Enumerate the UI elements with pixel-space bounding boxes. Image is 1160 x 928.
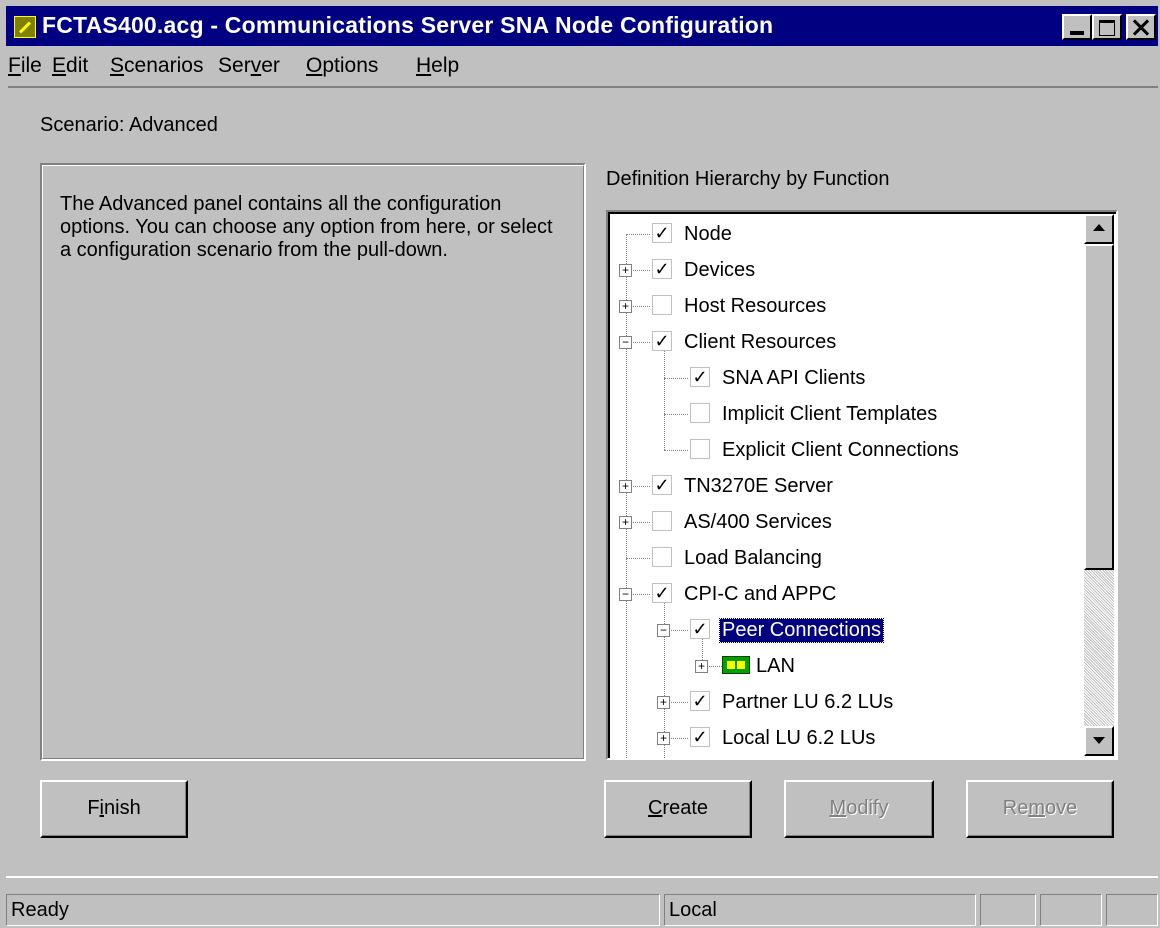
status-panel	[980, 894, 1036, 926]
tree-checkbox[interactable]: ✓	[652, 223, 672, 243]
tree-checkbox[interactable]: ✓	[652, 475, 672, 495]
menu-options[interactable]: Options	[306, 54, 378, 78]
tree-connector	[664, 450, 688, 451]
tree-checkbox[interactable]: ✓	[652, 259, 672, 279]
expand-icon[interactable]: +	[657, 732, 670, 745]
maximize-button[interactable]	[1092, 14, 1122, 40]
tree-item[interactable]: − ✓ CPI-C and APPC	[608, 579, 1108, 609]
tree-item[interactable]: Implicit Client Templates	[608, 399, 1108, 429]
menu-help[interactable]: Help	[416, 54, 459, 78]
lan-adapter-icon	[722, 656, 750, 674]
tree-item[interactable]: + ✓ Devices	[608, 255, 1108, 285]
tree-item-label[interactable]: Local LU 6.2 LUs	[720, 727, 877, 750]
tree-item-label[interactable]: SNA API Clients	[720, 367, 867, 390]
tree-item[interactable]: Explicit Client Connections	[608, 435, 1108, 465]
tree-checkbox[interactable]: ✓	[690, 619, 710, 639]
tree-item-label[interactable]: Partner LU 6.2 LUs	[720, 691, 895, 714]
scroll-up-button[interactable]	[1084, 214, 1114, 244]
menu-scenarios[interactable]: Scenarios	[110, 54, 203, 78]
description-text: The Advanced panel contains all the conf…	[60, 193, 553, 261]
tree-item-label[interactable]: CPI-C and APPC	[682, 583, 838, 606]
scroll-down-button[interactable]	[1084, 726, 1114, 756]
collapse-icon[interactable]: −	[657, 624, 670, 637]
status-location: Local	[664, 894, 976, 926]
tree-checkbox[interactable]	[690, 439, 710, 459]
tree-connector	[664, 414, 688, 415]
modify-button[interactable]: Modify	[784, 780, 934, 838]
definition-tree[interactable]: ✓ Node + ✓ Devices + Host Resources − ✓ Client Re…	[606, 210, 1118, 760]
status-bar: Ready Local	[6, 876, 1158, 928]
remove-button[interactable]: Remove	[966, 780, 1114, 838]
tree-item[interactable]: + ✓ TN3270E Server	[608, 471, 1108, 501]
tree-item[interactable]: + Host Resources	[608, 291, 1108, 321]
menu-file[interactable]: File	[8, 54, 42, 78]
tree-item[interactable]: − ✓ Peer Connections	[608, 615, 1108, 645]
expand-icon[interactable]: +	[619, 300, 632, 313]
menu-edit[interactable]: Edit	[52, 54, 88, 78]
tree-checkbox[interactable]	[690, 403, 710, 423]
status-text: Ready	[6, 894, 660, 926]
tree-checkbox[interactable]	[652, 547, 672, 567]
scenario-label: Scenario: Advanced	[40, 114, 218, 136]
expand-icon[interactable]: +	[657, 696, 670, 709]
tree-item[interactable]: Load Balancing	[608, 543, 1108, 573]
tree-checkbox[interactable]: ✓	[690, 691, 710, 711]
tree-item-label[interactable]: TN3270E Server	[682, 475, 835, 498]
expand-icon[interactable]: +	[619, 516, 632, 529]
tree-item[interactable]: + ✓ Partner LU 6.2 LUs	[608, 687, 1108, 717]
minimize-button[interactable]	[1062, 14, 1092, 40]
collapse-icon[interactable]: −	[619, 588, 632, 601]
collapse-icon[interactable]: −	[619, 336, 632, 349]
expand-icon[interactable]: +	[619, 480, 632, 493]
tree-item-label[interactable]: Host Resources	[682, 295, 828, 318]
tree-item-label[interactable]: Devices	[682, 259, 757, 282]
tree-item-label[interactable]: Peer Connections	[719, 618, 884, 643]
hierarchy-label: Definition Hierarchy by Function	[606, 168, 890, 190]
create-button[interactable]: Create	[604, 780, 752, 838]
expand-icon[interactable]: +	[619, 264, 632, 277]
tree-checkbox[interactable]	[652, 511, 672, 531]
tree-item[interactable]: − ✓ Client Resources	[608, 327, 1108, 357]
expand-icon[interactable]: +	[695, 660, 708, 673]
tree-item-label[interactable]: Client Resources	[682, 331, 838, 354]
finish-button[interactable]: Finish	[40, 780, 188, 838]
tree-checkbox[interactable]: ✓	[652, 583, 672, 603]
close-button[interactable]	[1126, 14, 1156, 40]
scroll-thumb[interactable]	[1084, 244, 1114, 570]
app-icon[interactable]	[14, 16, 36, 38]
tree-item-label[interactable]: Load Balancing	[682, 547, 824, 570]
window-title: FCTAS400.acg - Communications Server SNA…	[42, 12, 774, 38]
tree-item[interactable]: + LAN	[608, 651, 1108, 681]
tree-checkbox[interactable]	[652, 295, 672, 315]
tree-checkbox[interactable]: ✓	[690, 727, 710, 747]
tree-checkbox[interactable]: ✓	[652, 331, 672, 351]
tree-vertical-scrollbar[interactable]	[1084, 214, 1114, 756]
tree-item-label[interactable]: AS/400 Services	[682, 511, 834, 534]
tree-connector	[664, 378, 688, 379]
tree-item[interactable]: ✓ Node	[608, 219, 1108, 249]
menu-bar: File Edit Scenarios Server Options Help	[6, 48, 1156, 86]
tree-item[interactable]: ✓ SNA API Clients	[608, 363, 1108, 393]
status-panel	[1040, 894, 1102, 926]
tree-item-label[interactable]: Node	[682, 223, 734, 246]
tree-checkbox[interactable]: ✓	[690, 367, 710, 387]
tree-item[interactable]: + ✓ Local LU 6.2 LUs	[608, 723, 1108, 753]
menu-server[interactable]: Server	[218, 54, 280, 78]
title-bar[interactable]: FCTAS400.acg - Communications Server SNA…	[6, 6, 1158, 46]
tree-connector	[626, 234, 650, 235]
tree-item-label[interactable]: Implicit Client Templates	[720, 403, 939, 426]
main-window: FCTAS400.acg - Communications Server SNA…	[0, 0, 1160, 928]
tree-item-label[interactable]: LAN	[754, 655, 797, 678]
tree-item-label[interactable]: Explicit Client Connections	[720, 439, 961, 462]
tree-connector	[626, 558, 650, 559]
tree-item[interactable]: + AS/400 Services	[608, 507, 1108, 537]
status-panel	[1106, 894, 1158, 926]
